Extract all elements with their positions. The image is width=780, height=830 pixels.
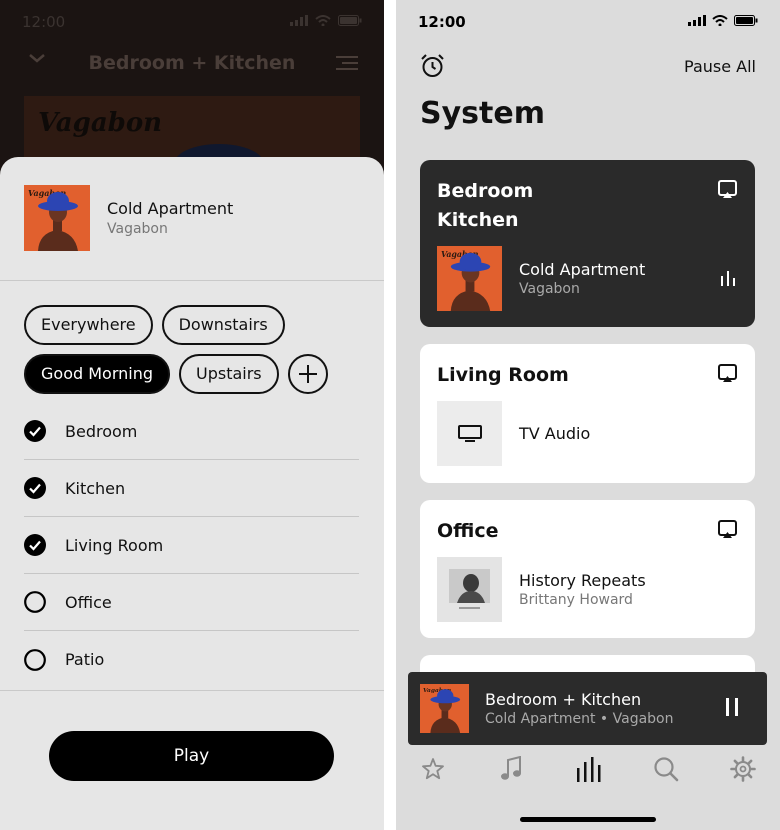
room-card-living-room[interactable]: Living Room TV Audio (420, 344, 755, 483)
album-art: Vagabon (437, 246, 502, 311)
plus-icon (298, 365, 317, 383)
checked-circle-icon (24, 534, 46, 556)
room-row-kitchen[interactable]: Kitchen (24, 460, 359, 517)
room-card-office[interactable]: Office History Repeats Brittany Howard (420, 500, 755, 638)
album-art (437, 557, 502, 622)
tab-search[interactable] (651, 752, 681, 786)
room-label: Bedroom (65, 421, 138, 441)
mini-player[interactable]: Vagabon Bedroom + Kitchen Cold Apartment… (408, 672, 767, 745)
play-button[interactable]: Play (49, 731, 334, 781)
group-picker-sheet: Vagabon Cold Apartment Vagabon Everywher… (0, 157, 384, 830)
tab-bar (396, 752, 780, 792)
status-icons (290, 15, 362, 26)
album-art: Vagabon (24, 185, 90, 251)
tab-settings[interactable] (728, 752, 758, 786)
music-note-icon (501, 756, 521, 780)
room-card-name: Office (437, 520, 499, 542)
tab-browse[interactable] (496, 752, 526, 786)
tab-favorites[interactable] (418, 752, 448, 786)
pause-icon[interactable] (725, 698, 739, 716)
battery-icon (338, 15, 362, 26)
chip-upstairs[interactable]: Upstairs (179, 354, 279, 394)
status-time: 12:00 (418, 13, 466, 31)
album-art: Vagabon (420, 684, 469, 733)
now-playing-header: Bedroom + Kitchen (0, 52, 384, 82)
artist-name: Brittany Howard (519, 592, 633, 608)
status-bar: 12:00 (22, 13, 362, 33)
status-icons (688, 15, 758, 26)
add-group-button[interactable] (287, 354, 328, 394)
room-card-name-line: Bedroom (437, 180, 534, 202)
status-time: 12:00 (22, 13, 66, 31)
track-title: History Repeats (519, 571, 646, 590)
mini-player-detail: Cold Apartment • Vagabon (485, 711, 674, 727)
background-album-art: Vagabon (24, 96, 360, 166)
background-album-art-text: Vagabon (38, 108, 163, 138)
room-label: Kitchen (65, 478, 126, 498)
room-row-bedroom[interactable]: Bedroom (24, 403, 359, 460)
signal-icon (290, 15, 308, 26)
tab-system[interactable] (574, 752, 604, 786)
tv-icon (457, 424, 482, 442)
alarm-clock-icon[interactable] (420, 53, 445, 78)
checked-circle-icon (24, 477, 46, 499)
checked-circle-icon (24, 420, 46, 442)
airplay-icon[interactable] (718, 180, 737, 199)
tv-source-tile (437, 401, 502, 466)
artist-name: Vagabon (519, 281, 580, 297)
track-title: Cold Apartment (519, 260, 646, 279)
page-title: System (420, 96, 545, 131)
divider (0, 690, 384, 691)
signal-icon (688, 15, 706, 26)
wifi-icon (712, 15, 728, 26)
room-row-living-room[interactable]: Living Room (24, 517, 359, 574)
chip-good-morning[interactable]: Good Morning (24, 354, 170, 394)
room-row-patio[interactable]: Patio (24, 631, 359, 688)
queue-icon[interactable] (336, 56, 358, 70)
room-card-bedroom-kitchen[interactable]: Bedroom Kitchen Vagabon Cold Apartment V… (420, 160, 755, 327)
chip-everywhere[interactable]: Everywhere (24, 305, 153, 345)
group-picker-screen: 12:00 Bedroom + Kitchen Vagabon Vagabon (0, 0, 384, 830)
search-icon (654, 757, 679, 782)
mini-player-room: Bedroom + Kitchen (485, 690, 642, 709)
gear-icon (730, 756, 756, 782)
track-title: TV Audio (519, 424, 591, 443)
artist-name: Vagabon (107, 221, 168, 237)
sheet-now-playing: Vagabon Cold Apartment Vagabon (24, 185, 360, 251)
pause-all-button[interactable]: Pause All (684, 57, 756, 76)
room-card-name-line: Kitchen (437, 209, 519, 231)
rooms-bars-icon (577, 757, 601, 782)
room-card-name: Living Room (437, 364, 569, 386)
room-label: Patio (65, 650, 105, 669)
chip-downstairs[interactable]: Downstairs (161, 305, 285, 345)
now-playing-title: Bedroom + Kitchen (88, 52, 296, 74)
home-indicator (520, 817, 656, 822)
room-label: Office (65, 592, 112, 612)
battery-icon (734, 15, 758, 26)
airplay-icon[interactable] (718, 364, 737, 383)
status-bar: 12:00 (418, 13, 758, 33)
room-card-name: Bedroom Kitchen (437, 177, 533, 235)
group-chips: Everywhere Downstairs Good Morning Upsta… (24, 305, 364, 403)
room-row-office[interactable]: Office (24, 574, 359, 631)
unchecked-circle-icon (24, 591, 46, 613)
unchecked-circle-icon (24, 648, 46, 671)
airplay-icon[interactable] (718, 520, 737, 539)
star-icon (422, 758, 444, 780)
divider (0, 280, 384, 281)
playing-bars-icon (721, 271, 735, 286)
room-label: Living Room (65, 535, 164, 555)
room-list: Bedroom Kitchen Living Room Office Patio (24, 403, 359, 688)
wifi-icon (315, 15, 331, 26)
track-title: Cold Apartment (107, 199, 234, 218)
system-screen: 12:00 Pause All System Bedroom Kitchen V… (396, 0, 780, 830)
